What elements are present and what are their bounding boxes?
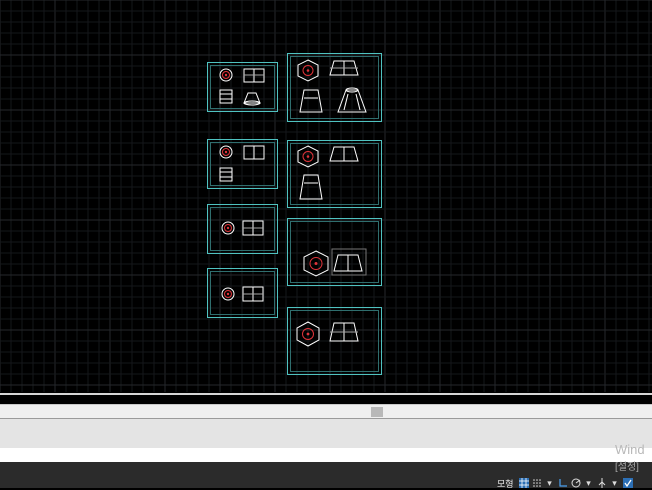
drawing-viewport[interactable]: [0, 0, 652, 392]
ortho-icon[interactable]: [558, 478, 568, 488]
dropdown-arrow-icon[interactable]: ▾: [610, 478, 620, 488]
part-drawing: [219, 145, 265, 182]
watermark-subtitle: [설정]: [615, 462, 639, 473]
polar-icon[interactable]: [571, 478, 581, 488]
part-drawing: [296, 321, 359, 347]
drawing-sheet[interactable]: [287, 140, 382, 208]
part-drawing: [221, 220, 264, 236]
command-line-input[interactable]: [0, 448, 652, 462]
watermark-title: Wind: [615, 442, 645, 457]
model-space-label[interactable]: 모형: [495, 478, 516, 489]
scrollbar-thumb[interactable]: [371, 407, 383, 417]
dropdown-arrow-icon[interactable]: ▾: [545, 478, 555, 488]
part-drawing: [297, 145, 359, 200]
drawing-sheet[interactable]: [287, 53, 382, 122]
drawing-sheet[interactable]: [287, 218, 382, 286]
dropdown-arrow-icon[interactable]: ▾: [584, 478, 594, 488]
grid-icon[interactable]: [518, 478, 529, 488]
check-icon[interactable]: [622, 478, 633, 488]
status-toolbar: 모형 ▾ ▾ ▾: [495, 478, 633, 489]
drawing-sheet[interactable]: [207, 204, 278, 254]
activation-watermark: Wind [설정]: [615, 442, 645, 473]
drawing-sheet[interactable]: [207, 62, 278, 112]
viewport-divider: [0, 393, 652, 395]
horizontal-scrollbar[interactable]: [0, 404, 652, 419]
part-drawing: [297, 59, 367, 113]
drawing-sheet[interactable]: [207, 268, 278, 318]
part-drawing: [221, 286, 264, 302]
part-drawing: [219, 68, 265, 106]
part-drawing: [303, 248, 367, 277]
osnap-icon[interactable]: [597, 478, 607, 488]
drawing-sheet[interactable]: [287, 307, 382, 375]
snap-grid-icon[interactable]: [532, 478, 542, 488]
command-history-panel: [0, 418, 652, 449]
drawing-sheet[interactable]: [207, 139, 278, 189]
